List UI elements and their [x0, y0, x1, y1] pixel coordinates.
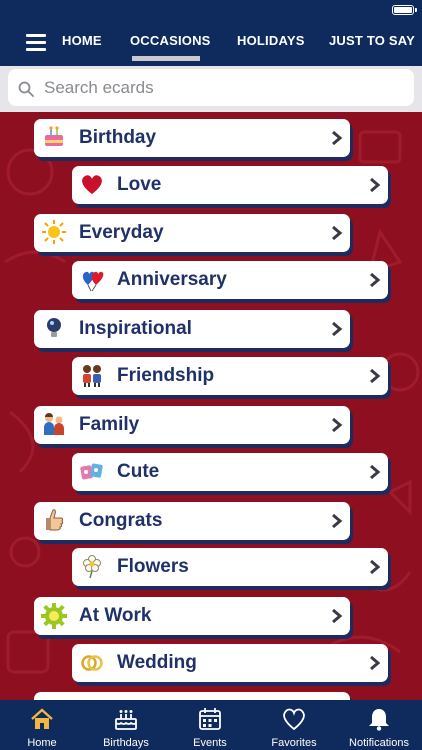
top-navigation-bar: HOME OCCASIONS HOLIDAYS JUST TO SAY — [0, 0, 422, 66]
category-cute[interactable]: Cute — [72, 453, 388, 491]
bottom-tab-label: Events — [193, 737, 227, 749]
chevron-right-icon — [370, 559, 381, 575]
chevron-right-icon — [332, 321, 343, 337]
category-love[interactable]: Love — [72, 166, 388, 204]
category-label: Cute — [117, 461, 160, 482]
category-anniversary[interactable]: Anniversary — [72, 261, 388, 299]
category-congrats[interactable]: Congrats — [34, 502, 350, 540]
bottom-tab-bar: Home Birthdays Events Favorites Notifica… — [0, 700, 422, 750]
heart-icon — [283, 708, 305, 731]
bottom-tab-notifications[interactable]: Notifications — [336, 700, 422, 750]
bottom-tab-favorites[interactable]: Favorites — [252, 700, 336, 750]
family-icon — [40, 411, 68, 439]
cute-icon — [78, 458, 106, 486]
bottom-tab-home[interactable]: Home — [0, 700, 84, 750]
chevron-right-icon — [332, 513, 343, 529]
chevron-right-icon — [370, 272, 381, 288]
category-inspirational[interactable]: Inspirational — [34, 310, 350, 348]
thumbs-up-icon — [40, 507, 68, 535]
category-label: Friendship — [117, 365, 215, 386]
search-box[interactable] — [8, 69, 414, 106]
category-label: At Work — [79, 605, 152, 626]
bell-icon — [369, 709, 389, 731]
heart-icon — [78, 171, 106, 199]
category-friendship[interactable]: Friendship — [72, 357, 388, 395]
tab-just-to-say[interactable]: JUST TO SAY — [329, 33, 415, 48]
tab-occasions[interactable]: OCCASIONS — [130, 33, 211, 48]
hamburger-menu-icon[interactable] — [26, 34, 46, 51]
home-icon — [31, 708, 53, 729]
friends-icon — [78, 362, 106, 390]
search-icon — [18, 81, 34, 97]
lightbulb-icon — [40, 315, 68, 343]
category-label: Anniversary — [117, 269, 227, 290]
flower-icon — [78, 553, 106, 581]
tab-home[interactable]: HOME — [62, 33, 102, 48]
balloons-icon — [78, 266, 106, 294]
chevron-right-icon — [370, 655, 381, 671]
category-label: Wedding — [117, 652, 197, 673]
category-family[interactable]: Family — [34, 406, 350, 444]
chevron-right-icon — [332, 130, 343, 146]
bottom-tab-label: Home — [27, 737, 57, 749]
bottom-tab-label: Birthdays — [103, 737, 149, 749]
category-label: Birthday — [79, 127, 157, 148]
cake-icon — [115, 710, 137, 730]
category-label: Congrats — [79, 510, 163, 531]
search-bar-container — [0, 66, 422, 112]
chevron-right-icon — [332, 225, 343, 241]
search-input[interactable] — [42, 74, 406, 102]
category-list: Birthday Love Everyday Anniversary Inspi… — [0, 112, 422, 700]
chevron-right-icon — [370, 177, 381, 193]
calendar-icon — [199, 708, 221, 730]
category-everyday[interactable]: Everyday — [34, 214, 350, 252]
category-label: Everyday — [79, 222, 164, 243]
bottom-tab-birthdays[interactable]: Birthdays — [84, 700, 168, 750]
gear-icon — [40, 602, 68, 630]
category-label: Inspirational — [79, 318, 192, 339]
bottom-tab-label: Favorites — [271, 737, 317, 749]
category-label: Family — [79, 414, 140, 435]
chevron-right-icon — [370, 464, 381, 480]
sun-icon — [40, 219, 68, 247]
bottom-tab-events[interactable]: Events — [168, 700, 252, 750]
chevron-right-icon — [332, 608, 343, 624]
category-flowers[interactable]: Flowers — [72, 548, 388, 586]
chevron-right-icon — [332, 417, 343, 433]
active-tab-indicator — [132, 56, 200, 61]
category-wedding[interactable]: Wedding — [72, 644, 388, 682]
category-label: Love — [117, 174, 162, 195]
category-label: Flowers — [117, 556, 189, 577]
battery-icon — [392, 5, 417, 15]
tab-holidays[interactable]: HOLIDAYS — [237, 33, 305, 48]
category-birthday[interactable]: Birthday — [34, 119, 350, 157]
chevron-right-icon — [370, 368, 381, 384]
category-partial[interactable] — [34, 692, 350, 700]
bottom-tab-label: Notifications — [349, 737, 409, 749]
rings-icon — [78, 649, 106, 677]
cake-icon — [40, 124, 68, 152]
category-at-work[interactable]: At Work — [34, 597, 350, 635]
